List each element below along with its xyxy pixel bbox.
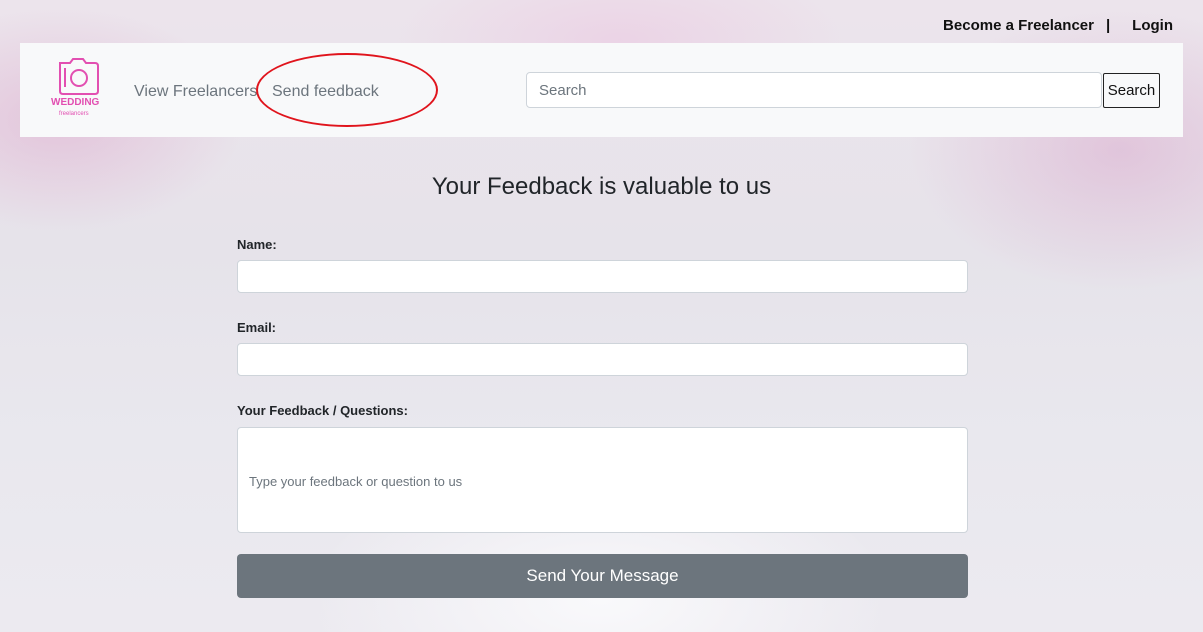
- page-title: Your Feedback is valuable to us: [431, 173, 772, 200]
- logo-wedding-text: WEDDING: [51, 97, 100, 108]
- email-label: Email:: [237, 320, 277, 335]
- login-link[interactable]: Login: [1132, 17, 1173, 34]
- camera-icon: [59, 58, 99, 95]
- become-freelancer-link[interactable]: Become a Freelancer: [943, 17, 1094, 34]
- nav-view-freelancers[interactable]: View Freelancers: [134, 83, 257, 101]
- link-separator: |: [1105, 17, 1111, 34]
- highlight-circle: [256, 53, 438, 127]
- page-background: Become a Freelancer | Login WEDDING freela…: [0, 0, 1203, 632]
- name-label: Name:: [237, 237, 277, 252]
- email-field[interactable]: [237, 343, 968, 376]
- feedback-label: Your Feedback / Questions:: [237, 403, 408, 418]
- feedback-placeholder: Type your feedback or question to us: [249, 474, 463, 489]
- brand-logo[interactable]: WEDDING freelancers: [45, 57, 115, 125]
- navbar: WEDDING freelancers View Freelancers Sen…: [20, 43, 1183, 137]
- name-field[interactable]: [237, 260, 968, 293]
- search-input[interactable]: [526, 72, 1102, 108]
- search-button[interactable]: Search: [1103, 73, 1160, 108]
- top-links: Become a Freelancer | Login: [933, 17, 1173, 34]
- logo-freelancers-text: freelancers: [59, 111, 89, 117]
- send-message-button[interactable]: Send Your Message: [237, 554, 968, 598]
